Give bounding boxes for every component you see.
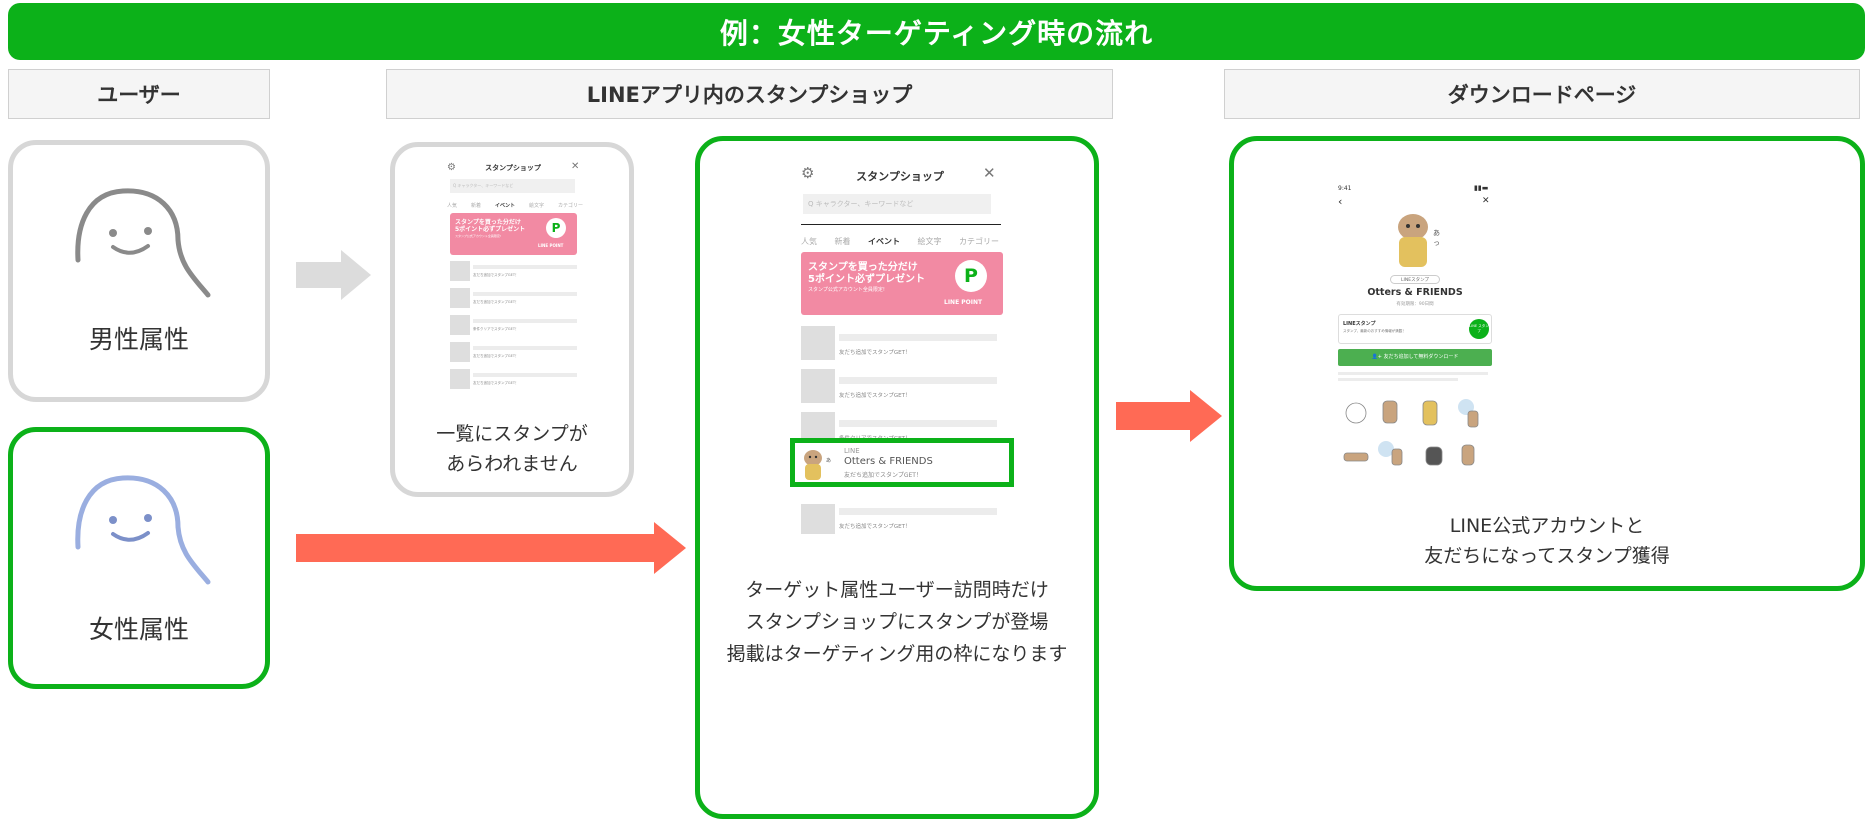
small-shop-title: スタンプショップ <box>485 164 541 172</box>
small-search: Q キャラクター、キーワードなど <box>450 179 575 193</box>
large-row-list: 友だち追加でスタンプGET！ 友だち追加でスタンプGET！ 条件クリアでスタンプ… <box>801 326 1001 455</box>
list-item: 友だち追加でスタンプGET！ <box>450 342 577 369</box>
large-point-label: LINE POINT <box>944 299 983 306</box>
account-sub: スタンプ、最新のおすすめ情報が満載！ <box>1343 329 1406 333</box>
red-arrow-icon <box>296 522 686 574</box>
gray-arrow-icon <box>296 250 371 300</box>
svg-text:っ: っ <box>1433 239 1440 247</box>
point-icon: P <box>955 260 987 292</box>
title-banner: 例：女性ターゲティング時の流れ <box>8 3 1865 60</box>
red-arrow-icon <box>1116 390 1222 442</box>
otter-icon: あ <box>804 450 831 480</box>
back-icon: ‹ <box>1338 195 1343 208</box>
account-title: LINEスタンプ <box>1343 321 1376 327</box>
female-face-icon <box>75 475 211 585</box>
stamp-grid-icon <box>1343 399 1479 466</box>
small-point-label: LINE POINT <box>538 243 564 248</box>
small-promo-banner: スタンプを買った分だけ 5ポイント必ずプレゼント スタンプ公式アカウント全員限定… <box>450 213 577 255</box>
small-tab: 新着 <box>470 203 481 209</box>
shop-card-nontarget: ⚙ スタンプショップ ✕ Q キャラクター、キーワードなど 人気 新着 イベント… <box>390 142 634 497</box>
large-promo-banner: スタンプを買った分だけ 5ポイント必ずプレゼント スタンプ公式アカウント全員限定… <box>801 252 1003 315</box>
small-promo-line1: スタンプを買った分だけ <box>455 219 521 226</box>
large-caption-line2: スタンプショップにスタンプが登場 <box>745 611 1049 633</box>
list-item: 友だち追加でスタンプGET！ <box>801 369 1001 412</box>
svg-text:あ: あ <box>826 458 831 464</box>
close-icon: ✕ <box>571 161 580 172</box>
shop-card-target: ⚙ スタンプショップ ✕ Q キャラクター、キーワードなど 人気 新着 イベント… <box>695 136 1099 819</box>
highlight-brand: LINE <box>844 447 860 455</box>
highlighted-stamp-row: あ LINE Otters & FRIENDS 友だち追加でスタンプGET！ <box>790 438 1014 487</box>
female-user-card: 女性属性 <box>8 427 270 689</box>
small-tab: 人気 <box>447 203 458 209</box>
large-tab: イベント <box>868 237 900 246</box>
header-user: ユーザー <box>8 69 270 119</box>
otter-icon: あ っ <box>1398 214 1440 267</box>
large-tabs: 人気 新着 イベント 絵文字 カテゴリー <box>801 236 999 247</box>
status-icons: ▮▮▬ <box>1474 184 1489 192</box>
close-icon: ✕ <box>983 164 996 182</box>
download-screenshot: 9:41 ▮▮▬ ‹ ✕ あ っ LINEスタンプ Otters & FRIEN… <box>1334 181 1496 486</box>
highlight-sub: 友だち追加でスタンプGET！ <box>844 472 922 479</box>
list-item: 友だち追加でスタンプGET！ <box>450 369 577 396</box>
svg-text:あ: あ <box>1433 229 1440 237</box>
header-shop-label: LINEアプリ内のスタンプショップ <box>586 83 913 107</box>
small-tabs: 人気 新着 イベント 絵文字 カテゴリー <box>447 202 583 209</box>
stamp-badge: LINEスタンプ <box>1390 275 1440 284</box>
download-caption-line1: LINE公式アカウントと <box>1449 515 1645 537</box>
download-card: 9:41 ▮▮▬ ‹ ✕ あ っ LINEスタンプ Otters & FRIEN… <box>1229 136 1865 591</box>
small-row-list: 友だち追加でスタンプGET！ 友だち追加でスタンプGET！ 条件クリアでスタンプ… <box>450 261 577 396</box>
add-friend-download-button[interactable]: 👤+ 友だち追加して無料ダウンロード <box>1338 349 1492 366</box>
male-user-card: 男性属性 <box>8 140 270 402</box>
small-caption-line2: あらわれません <box>446 453 578 475</box>
large-promo-line3: スタンプ公式アカウント全員限定! <box>808 287 885 293</box>
stamp-name: Otters & FRIENDS <box>1367 287 1463 298</box>
line-stamp-icon: LINE スタンプ <box>1469 319 1489 339</box>
male-label: 男性属性 <box>88 325 189 354</box>
list-item: 条件クリアでスタンプGET！ <box>450 315 577 342</box>
status-time: 9:41 <box>1338 185 1352 192</box>
small-caption: 一覧にスタンプが あらわれません <box>395 419 629 479</box>
large-tab: カテゴリー <box>959 237 999 246</box>
header-download: ダウンロードページ <box>1224 69 1860 119</box>
banner-title: 例：女性ターゲティング時の流れ <box>719 16 1154 50</box>
list-item: 友だち追加でスタンプGET！ <box>450 288 577 315</box>
account-info: LINEスタンプ スタンプ、最新のおすすめ情報が満載！ LINE スタンプ <box>1338 314 1492 344</box>
stamp-period: 有効期限：90日間 <box>1396 302 1434 307</box>
small-caption-line1: 一覧にスタンプが <box>436 423 588 445</box>
large-caption-line1: ターゲット属性ユーザー訪問時だけ <box>745 579 1049 601</box>
small-tab: カテゴリー <box>557 203 583 209</box>
large-tab: 絵文字 <box>917 237 942 246</box>
female-label: 女性属性 <box>88 615 189 644</box>
large-promo-line1: スタンプを買った分だけ <box>808 262 918 273</box>
cta-label: 友だち追加して無料ダウンロード <box>1383 354 1459 360</box>
download-caption-line2: 友だちになってスタンプ獲得 <box>1424 545 1670 567</box>
add-friend-icon: 👤+ <box>1371 354 1384 360</box>
large-tab: 人気 <box>801 237 817 246</box>
header-user-label: ユーザー <box>97 83 181 107</box>
shop-screenshot-small: ⚙ スタンプショップ ✕ Q キャラクター、キーワードなど 人気 新着 イベント… <box>443 157 583 397</box>
list-item: 友だち追加でスタンプGET！ <box>450 261 577 288</box>
large-search: Q キャラクター、キーワードなど <box>803 194 991 214</box>
highlight-name: Otters & FRIENDS <box>844 456 933 467</box>
download-caption: LINE公式アカウントと 友だちになってスタンプ獲得 <box>1234 511 1860 571</box>
large-promo-line2: 5ポイント必ずプレゼント <box>808 274 925 285</box>
small-promo-line3: スタンプ公式アカウント全員限定! <box>455 234 502 238</box>
header-download-label: ダウンロードページ <box>1447 83 1637 107</box>
male-face-icon <box>75 188 211 298</box>
large-tab: 新着 <box>834 237 851 246</box>
close-icon: ✕ <box>1482 196 1490 206</box>
small-promo-line2: 5ポイント必ずプレゼント <box>455 226 526 233</box>
header-shop: LINEアプリ内のスタンプショップ <box>386 69 1113 119</box>
large-caption: ターゲット属性ユーザー訪問時だけ スタンプショップにスタンプが登場 掲載はターゲ… <box>700 574 1094 670</box>
list-item: 友だち追加でスタンプGET！ <box>801 326 1001 369</box>
large-caption-line3: 掲載はターゲティング用の枠になります <box>726 643 1068 665</box>
point-icon: P <box>546 218 566 238</box>
small-tab: 絵文字 <box>528 203 544 209</box>
small-tab: イベント <box>494 203 515 209</box>
large-shop-title: スタンプショップ <box>856 170 944 183</box>
list-item: 友だち追加でスタンプGET！ <box>801 504 1001 534</box>
